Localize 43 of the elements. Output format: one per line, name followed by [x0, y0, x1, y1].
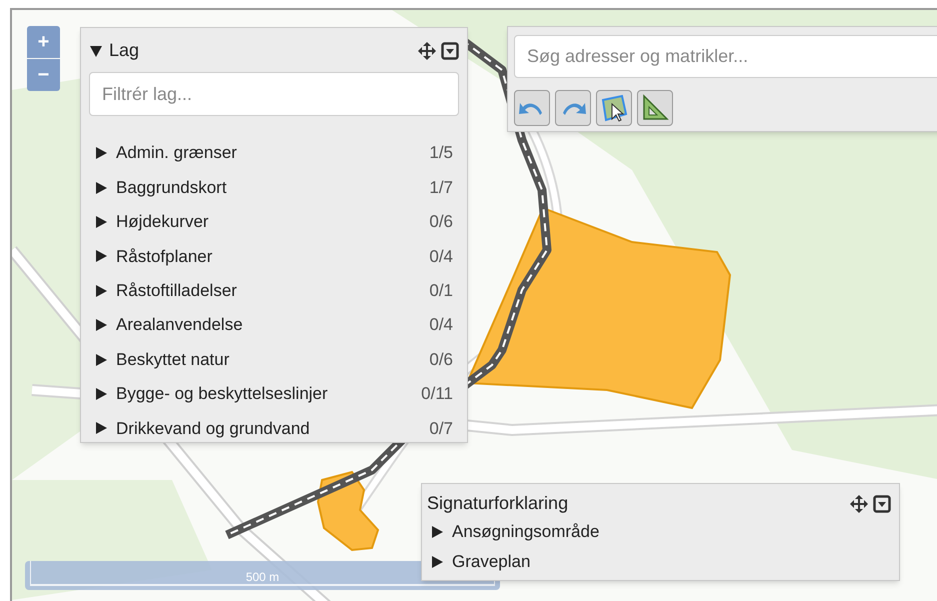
triangle-icon[interactable]: [94, 146, 108, 160]
triangle-icon[interactable]: [94, 284, 108, 298]
legend-item[interactable]: Ansøgningsområde: [452, 519, 600, 545]
triangle-icon[interactable]: [94, 421, 108, 436]
triangle-icon[interactable]: [94, 249, 108, 264]
triangle-icon[interactable]: [94, 214, 108, 229]
dropdown-icon[interactable]: [873, 494, 891, 512]
layer-count: 0/4: [429, 246, 453, 268]
layer-name[interactable]: Bygge- og beskyttelseslinjer: [116, 381, 328, 407]
layer-count: 0/4: [429, 314, 453, 336]
scale-label: 500 m: [246, 571, 280, 583]
layer-count: 0/11: [421, 383, 453, 406]
layer-count: 0/6: [429, 211, 453, 234]
layer-name[interactable]: Råstofplaner: [116, 244, 212, 270]
layer-name[interactable]: Højdekurver: [116, 209, 209, 235]
layer-name[interactable]: Arealanvendelse: [116, 312, 243, 338]
select-tool-button[interactable]: [596, 90, 632, 126]
measure-tool-button[interactable]: [637, 90, 673, 126]
move-icon[interactable]: [849, 494, 869, 514]
dropdown-icon[interactable]: [441, 42, 459, 60]
legend-item[interactable]: Graveplan: [452, 549, 530, 575]
layer-count: 0/7: [429, 418, 453, 440]
layer-name[interactable]: Baggrundskort: [116, 174, 227, 200]
triangle-icon[interactable]: [94, 352, 108, 367]
panel-title: Signaturforklaring: [427, 492, 568, 515]
layer-count: 1/5: [429, 142, 453, 164]
layer-name[interactable]: Drikkevand og grundvand: [116, 416, 310, 442]
triangle-icon[interactable]: [430, 525, 444, 539]
layer-name[interactable]: Råstoftilladelser: [116, 278, 237, 304]
panel-title: Lag: [109, 39, 140, 62]
layer-count: 1/7: [429, 176, 453, 199]
layer-name[interactable]: Beskyttet natur: [116, 346, 230, 372]
layer-name[interactable]: Admin. grænser: [116, 140, 237, 166]
move-icon[interactable]: [417, 40, 437, 60]
layer-count: 0/1: [429, 280, 453, 302]
triangle-icon[interactable]: [89, 44, 103, 58]
filter-field[interactable]: Filtrér lag...: [89, 72, 459, 116]
triangle-icon[interactable]: [94, 180, 108, 195]
triangle-icon[interactable]: [430, 555, 444, 569]
triangle-icon[interactable]: [94, 318, 108, 332]
layer-count: 0/6: [429, 348, 453, 371]
search-field[interactable]: Søg adresser og matrikler...: [514, 35, 937, 78]
triangle-icon[interactable]: [94, 386, 108, 401]
